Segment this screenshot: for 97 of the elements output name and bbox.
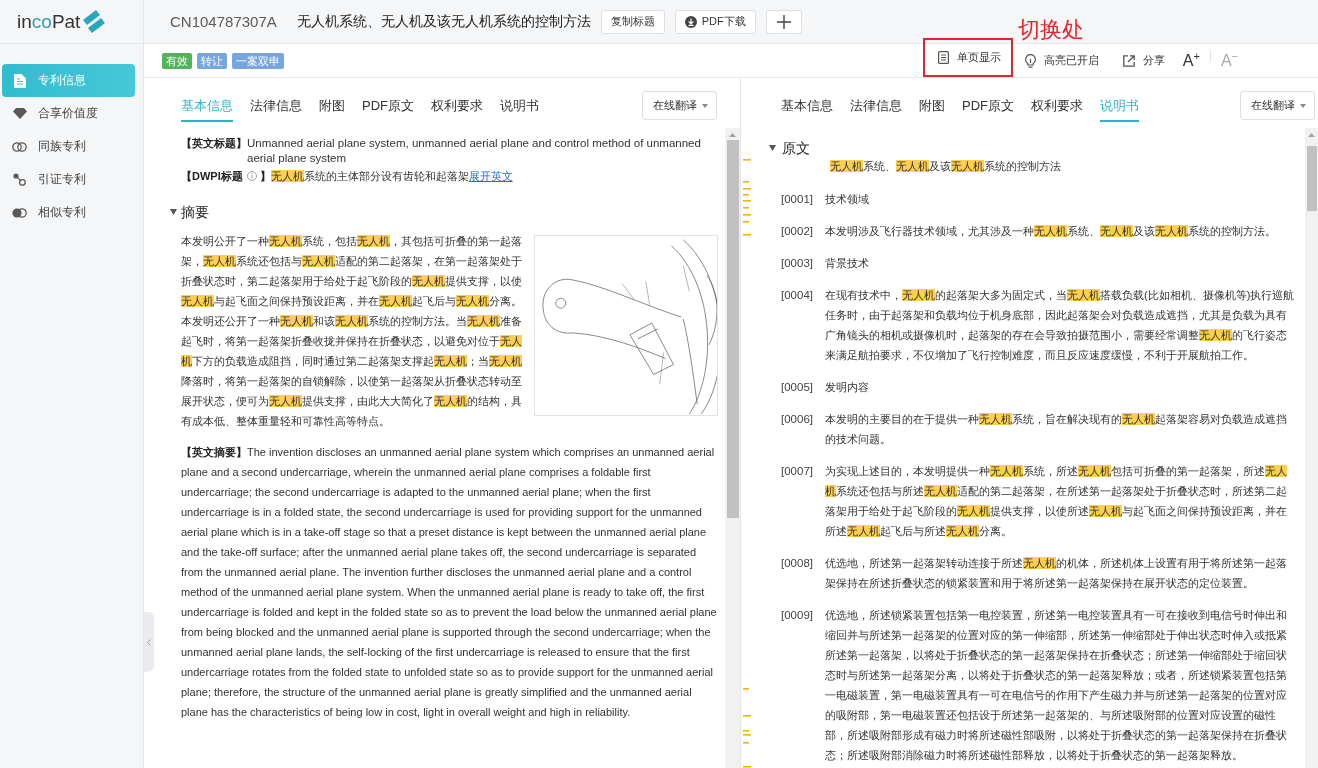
highlight-marker (743, 207, 749, 209)
circle-pair-icon (12, 207, 27, 218)
highlight-marker (743, 742, 749, 744)
highlight-marker (743, 766, 751, 768)
abstract-text: 本发明公开了一种无人机系统，包括无人机，其包括可折叠的第一起落架，无人机系统还包括与无人机适配的第二起落架，在第一起落架处于折叠状态时，第二起落架用于给处于起飞阶段的无人机提供支撑，以使 无人机与起飞面之间保持预设距离，并在无人机起飞后与无人机分离。本发明还公开了一种无人机和该无人机系统的控制方法。当无人机准备起飞时，将第一起落架折叠收拢并保持在折叠状态，以避免对位于无人机下方的负载造成阻挡，同时通过第二起落架支撑起无人机；当无人机 降落时，将第一起落架的自锁解除，以使第一起落架从折叠状态转动至展开状态，便可为无人机提供支撑，由此大大简化了无人机的结构，具有成本低、整体重量轻和可靠性高等特点。 (181, 234, 523, 429)
section-heading: 摘要 (181, 203, 209, 222)
paragraph-number: [0003] (781, 256, 814, 271)
copy-title-button[interactable]: 复制标题 (600, 9, 665, 34)
connected-nodes-icon (13, 173, 26, 186)
tab[interactable]: 说明书 (500, 92, 539, 122)
scrollbar[interactable] (725, 128, 740, 768)
annotation-text: 切换处 (1017, 18, 1084, 42)
paragraph-text: 发明内容 (825, 380, 870, 395)
paragraph-number: [0005] (781, 380, 814, 395)
sidebar-item[interactable]: 合享价值度 (2, 97, 135, 130)
field-label: 【英文标题】 (181, 136, 247, 151)
highlight-marker (743, 214, 751, 216)
tab[interactable]: 权利要求 (1031, 92, 1083, 122)
download-icon (684, 15, 697, 28)
tab[interactable]: 权利要求 (431, 92, 483, 122)
logo-text: incoPat (17, 9, 81, 34)
highlight-marker (743, 181, 749, 183)
paragraph-text: 背景技术 (825, 256, 870, 271)
document-icon (13, 73, 26, 88)
highlight-marker (743, 200, 751, 202)
lightbulb-icon (1024, 53, 1036, 68)
caret-down-icon (702, 103, 708, 108)
tab[interactable]: 法律信息 (250, 92, 302, 122)
diamond-icon (12, 108, 27, 119)
paragraph-number: [0007] (781, 464, 814, 479)
sidebar-item[interactable]: 相似专利 (2, 196, 135, 229)
field-label-end: 】 (259, 169, 271, 184)
paragraph-text: 技术领域 (825, 192, 870, 207)
paragraph-text: 在现有技术中，无人机的起落架大多为固定式，当无人机搭载负载(比如相机、摄像机等)执行巡航任务时，由于起落架和负载均位于机身底部，因此起落架会对负载造成遮挡，尤其是负载为具有广角镜头的相机或摄像机时，起落架的存在会导致拍摄范围小，需要经常调整无人机的飞行姿态来满足航拍要求，不仅增加了飞行控制难度，而且反应速度缓慢，不利于开展航拍工作。 (825, 288, 1295, 363)
sidebar-item[interactable]: 引证专利 (2, 163, 135, 196)
logo-icon (83, 10, 106, 33)
paragraph-text: 本发明涉及飞行器技术领域，尤其涉及一种无人机系统、无人机及该无人机系统的控制方法。 (825, 224, 1277, 239)
toolbar-button[interactable]: 高亮已开启 (1012, 43, 1111, 78)
highlight-marker (743, 688, 749, 690)
scrollbar-thumb[interactable] (726, 140, 739, 518)
highlight-marker (743, 234, 751, 236)
patent-title: 无人机系统、无人机及该无人机系统的控制方法 (296, 12, 591, 31)
tab[interactable]: PDF原文 (962, 92, 1014, 122)
toolbar-button[interactable]: 分享 (1110, 43, 1177, 78)
paragraph-text: 为实现上述目的，本发明提供一种无人机系统，所述无人机包括可折叠的第一起落架，所述无人机系统还包括与所述无人机适配的第二起落架，在所述第一起落架处于折叠状态时，所述第二起落架用于给处于起飞阶段的无人机提供支撑，以使所述无人机与起飞面之间保持预设距离，并在所述无人机起飞后与所述无人机分离。 (825, 464, 1288, 539)
translate-dropdown[interactable]: 在线翻译 (642, 91, 717, 120)
highlight-marker (743, 734, 751, 736)
paragraph-text: 优选地，所述锁紧装置包括第一电控装置，所述第一电控装置具有一可在接收到电信号时伸出和缩回并与所述第一起落架的位置对应的第一伸缩部，所述第一伸缩部处于伸出状态时伸入或抵紧所述第一起落架，以将处于折叠状态的第一起落架保持在折叠状态；所述第一伸缩部处于缩回状态时与所述第一起落架分离，以将处于折叠状态的第一起落架释放；或者，所述锁紧装置包括第一电磁装置，第一电磁装置具有一可在电信号的作用下产生磁力并与所述第一起落架的位置对应的吸附部，第一电磁装置还包括设于所述第一起落架的、与所述吸附部的位置对应设置的磁性部，所述吸附部形成有磁力时将所述磁性部吸附，以将处于折叠状态的第一起落架保持在折叠状态；所述吸附部消除磁力时将所述磁性部释放，以将处于折叠状态的第一起落架释放。 (825, 608, 1288, 763)
caret-icon[interactable] (769, 145, 776, 151)
paragraph-number: [0004] (781, 288, 814, 303)
caret-down-icon (1300, 103, 1306, 108)
info-icon[interactable] (246, 171, 257, 181)
expand-english-link[interactable]: 展开英文 (468, 169, 513, 184)
caret-icon[interactable] (170, 209, 177, 215)
paragraph-number: [0009] (781, 608, 814, 623)
section-heading: 原文 (782, 139, 810, 158)
section-title: 无人机系统、无人机及该无人机系统的控制方法 (829, 159, 1062, 174)
scroll-up-arrow-icon[interactable] (729, 133, 736, 137)
document-icon (937, 51, 949, 64)
paragraph-number: [0002] (781, 224, 814, 239)
highlight-marker (743, 221, 749, 223)
translate-dropdown[interactable]: 在线翻译 (1240, 91, 1315, 120)
font-size-button[interactable]: A$^{+}$ (1176, 43, 1206, 78)
patent-number: CN104787307A (170, 13, 277, 30)
status-tag: 转让 (197, 52, 227, 69)
highlight-marker (743, 188, 751, 190)
scrollbar[interactable] (1305, 128, 1318, 768)
highlight-marker (743, 194, 749, 196)
paragraph-text: 优选地，所述第一起落架转动连接于所述无人机的机体，所述机体上设置有用于将所述第一起落架保持在所述折叠状态的锁紧装置和用于将所述第一起落架保持在展开状态的定位装置。 (825, 556, 1288, 591)
chevron-left-icon (147, 638, 151, 646)
highlight-marker (743, 715, 751, 717)
paragraph-number: [0008] (781, 556, 814, 571)
pdf-download-button[interactable]: PDF下载 (674, 9, 756, 34)
add-button[interactable] (765, 9, 802, 34)
tab[interactable]: 附图 (319, 92, 345, 122)
highlight-marker (743, 159, 751, 161)
sidebar-item[interactable]: 同族专利 (2, 130, 135, 163)
paragraph-number: [0001] (781, 192, 814, 207)
collapse-handle[interactable] (144, 612, 154, 672)
plus-icon (776, 14, 791, 29)
scrollbar-thumb[interactable] (1306, 146, 1317, 211)
status-tag: 一案双申 (232, 52, 284, 69)
external-link-icon (1122, 54, 1135, 67)
status-tag: 有效 (162, 52, 192, 69)
english-abstract: 【英文摘要】The invention discloses an unmanned aerial plane system which comprises an unmanned aerial plane and a second undercarriage, wherein the unmanned aerial plane comprises a foldable first undercarriage; the second undercarriage is adapted to the unmanned aerial plane; when the first undercarriage is in a folded state, the second undercarriage is used for providing support for the unmanned aerial plane which is in a take-off stage so that a preset distance is kept between the unmanned aerial plane and the take-off surface; after the unmanned aerial plane takes off, the second undercarriage is separated from the unmanned aerial plane. The invention further discloses the unmanned aerial plane and a control method of the unmanned aerial plane system. When the unmanned aerial plane is ready to take off, the first undercarriage is folded and kept in the folded state so as to prevent the load below the unmanned aerial plane from being blocked and the unmanned aerial plane is supported through the second undercarriage; when the unmanned aerial plane lands, the self-locking of the first undercarriage is released to ensure that the first undercarriage rotates from the folded state to unfolded state so as to provide support for the unmanned aerial plane; therefore, the structure of the unmanned aerial plane is greatly simplified and the unmanned aerial plane has the characteristics of being low in cost, light in overall weight and high in reliability. (181, 445, 718, 720)
tab[interactable]: 附图 (919, 92, 945, 122)
overlapping-circles-icon (12, 141, 27, 152)
field-label: 【DWPI标题 (181, 169, 243, 184)
paragraph-number: [0006] (781, 412, 814, 427)
tab[interactable]: 法律信息 (850, 92, 902, 122)
tab[interactable]: PDF原文 (362, 92, 414, 122)
tab[interactable]: 基本信息 (781, 92, 833, 122)
toolbar-button[interactable]: 单页显示 (922, 38, 1013, 77)
field-value: Unmanned aerial plane system, unmanned aerial plane and control method of unmanned aerial plane system (247, 136, 702, 166)
highlight-marker (743, 730, 749, 732)
paragraph-text: 本发明的主要目的在于提供一种无人机系统，旨在解决现有的无人机起落架容易对负载造成遮挡的技术问题。 (825, 412, 1288, 447)
scroll-up-arrow-icon[interactable] (1308, 133, 1315, 137)
